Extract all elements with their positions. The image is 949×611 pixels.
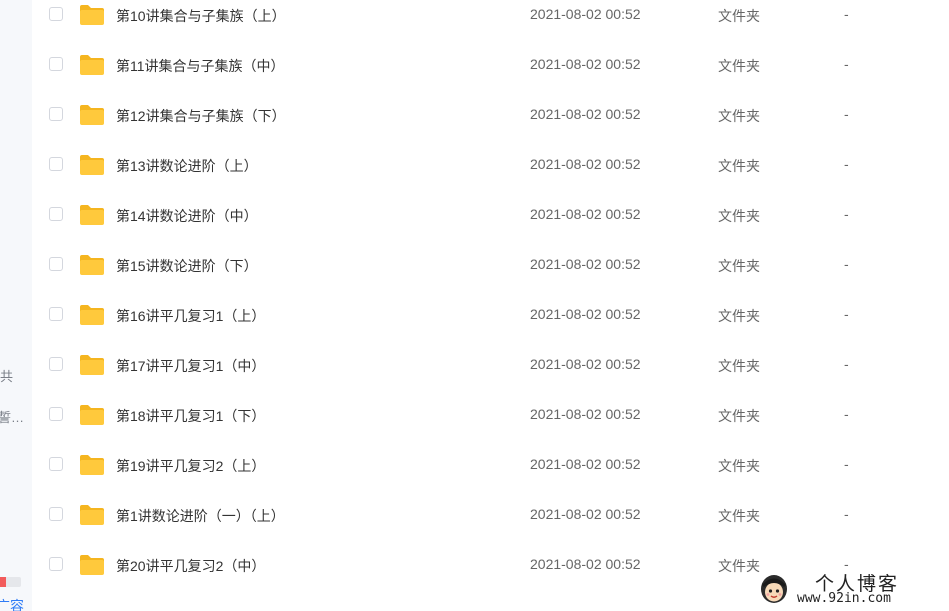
modified-date: 2021-08-02 00:52	[530, 256, 641, 272]
file-name[interactable]: 第11讲集合与子集族（中）	[116, 56, 285, 76]
folder-icon	[80, 205, 104, 225]
row-checkbox[interactable]	[49, 557, 63, 571]
file-size: -	[844, 156, 849, 172]
modified-date: 2021-08-02 00:52	[530, 156, 641, 172]
sidebar-fragment[interactable]: 誓…	[0, 407, 24, 426]
file-size: -	[844, 506, 849, 522]
file-size: -	[844, 406, 849, 422]
folder-icon	[80, 455, 104, 475]
modified-date: 2021-08-02 00:52	[530, 356, 641, 372]
file-type: 文件夹	[718, 358, 760, 374]
file-row[interactable]: 第12讲集合与子集族（下） 2021-08-02 00:52 文件夹 -	[32, 90, 949, 140]
row-checkbox[interactable]	[49, 257, 63, 271]
modified-date: 2021-08-02 00:52	[530, 456, 641, 472]
file-size: -	[844, 56, 849, 72]
row-checkbox[interactable]	[49, 307, 63, 321]
file-row[interactable]: 第13讲数论进阶（上） 2021-08-02 00:52 文件夹 -	[32, 140, 949, 190]
storage-quota-bar	[0, 577, 21, 587]
folder-icon	[80, 155, 104, 175]
file-name[interactable]: 第13讲数论进阶（上）	[116, 156, 258, 176]
row-checkbox[interactable]	[49, 457, 63, 471]
modified-date: 2021-08-02 00:52	[530, 306, 641, 322]
file-size: -	[844, 6, 849, 22]
file-row[interactable]: 第19讲平几复习2（上） 2021-08-02 00:52 文件夹 -	[32, 440, 949, 490]
row-checkbox[interactable]	[49, 7, 63, 21]
folder-icon	[80, 505, 104, 525]
modified-date: 2021-08-02 00:52	[530, 406, 641, 422]
sidebar-link[interactable]: 广容	[0, 596, 24, 611]
file-type: 文件夹	[718, 508, 760, 524]
folder-icon	[80, 555, 104, 575]
file-size: -	[844, 456, 849, 472]
file-type: 文件夹	[718, 108, 760, 124]
file-name[interactable]: 第18讲平几复习1（下）	[116, 406, 265, 426]
file-row[interactable]: 第10讲集合与子集族（上） 2021-08-02 00:52 文件夹 -	[32, 0, 949, 40]
modified-date: 2021-08-02 00:52	[530, 556, 641, 572]
file-row[interactable]: 第17讲平几复习1（中） 2021-08-02 00:52 文件夹 -	[32, 340, 949, 390]
folder-icon	[80, 105, 104, 125]
file-name[interactable]: 第14讲数论进阶（中）	[116, 206, 258, 226]
file-size: -	[844, 356, 849, 372]
sidebar-fragment[interactable]: 共	[0, 366, 13, 385]
folder-icon	[80, 5, 104, 25]
row-checkbox[interactable]	[49, 357, 63, 371]
row-checkbox[interactable]	[49, 507, 63, 521]
row-checkbox[interactable]	[49, 107, 63, 121]
watermark: 个人博客 www.92in.com	[757, 568, 947, 610]
file-row[interactable]: 第14讲数论进阶（中） 2021-08-02 00:52 文件夹 -	[32, 190, 949, 240]
avatar-cartoon-icon	[761, 575, 787, 603]
file-type: 文件夹	[718, 458, 760, 474]
file-type: 文件夹	[718, 408, 760, 424]
folder-icon	[80, 55, 104, 75]
file-type: 文件夹	[718, 308, 760, 324]
file-name[interactable]: 第10讲集合与子集族（上）	[116, 6, 286, 26]
folder-icon	[80, 255, 104, 275]
file-name[interactable]: 第19讲平几复习2（上）	[116, 456, 265, 476]
folder-icon	[80, 405, 104, 425]
folder-icon	[80, 305, 104, 325]
file-size: -	[844, 256, 849, 272]
modified-date: 2021-08-02 00:52	[530, 206, 641, 222]
file-type: 文件夹	[718, 558, 760, 574]
file-row[interactable]: 第15讲数论进阶（下） 2021-08-02 00:52 文件夹 -	[32, 240, 949, 290]
modified-date: 2021-08-02 00:52	[530, 6, 641, 22]
sidebar: 共 誓… 广容	[0, 0, 32, 611]
file-name[interactable]: 第20讲平几复习2（中）	[116, 556, 265, 576]
modified-date: 2021-08-02 00:52	[530, 506, 641, 522]
file-type: 文件夹	[718, 258, 760, 274]
file-row[interactable]: 第16讲平几复习1（上） 2021-08-02 00:52 文件夹 -	[32, 290, 949, 340]
row-checkbox[interactable]	[49, 57, 63, 71]
file-name[interactable]: 第1讲数论进阶（一）（上）	[116, 506, 285, 526]
file-name[interactable]: 第15讲数论进阶（下）	[116, 256, 258, 276]
file-name[interactable]: 第16讲平几复习1（上）	[116, 306, 265, 326]
row-checkbox[interactable]	[49, 207, 63, 221]
file-row[interactable]: 第1讲数论进阶（一）（上） 2021-08-02 00:52 文件夹 -	[32, 490, 949, 540]
row-checkbox[interactable]	[49, 407, 63, 421]
file-name[interactable]: 第12讲集合与子集族（下）	[116, 106, 286, 126]
file-type: 文件夹	[718, 58, 760, 74]
storage-quota-fill	[0, 577, 7, 587]
watermark-url: www.92in.com	[797, 591, 891, 606]
modified-date: 2021-08-02 00:52	[530, 56, 641, 72]
file-type: 文件夹	[718, 8, 760, 24]
modified-date: 2021-08-02 00:52	[530, 106, 641, 122]
row-checkbox[interactable]	[49, 157, 63, 171]
file-row[interactable]: 第18讲平几复习1（下） 2021-08-02 00:52 文件夹 -	[32, 390, 949, 440]
file-size: -	[844, 306, 849, 322]
file-size: -	[844, 106, 849, 122]
file-name[interactable]: 第17讲平几复习1（中）	[116, 356, 265, 376]
file-list: 第10讲集合与子集族（上） 2021-08-02 00:52 文件夹 - 第11…	[32, 0, 949, 611]
folder-icon	[80, 355, 104, 375]
file-type: 文件夹	[718, 208, 760, 224]
file-row[interactable]: 第11讲集合与子集族（中） 2021-08-02 00:52 文件夹 -	[32, 40, 949, 90]
file-type: 文件夹	[718, 158, 760, 174]
file-size: -	[844, 206, 849, 222]
